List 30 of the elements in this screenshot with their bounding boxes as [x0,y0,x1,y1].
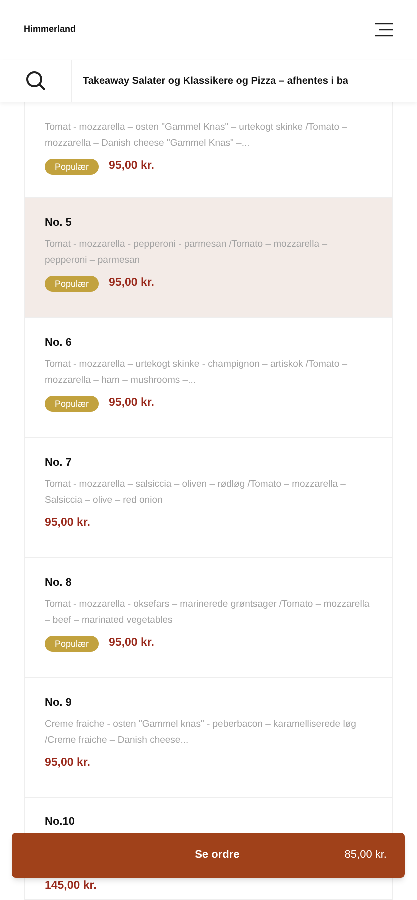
item-description: Tomat - mozzarella – osten "Gammel Knas" – urtekogt skinke /Tomato – mozzarella – Danish cheese "Gammel Knas" –... [45,121,348,151]
popular-badge: Populær [45,158,100,175]
popular-badge: Populær [45,396,100,412]
restaurant-name: Himmerland [24,23,76,36]
popular-badge: Populær [45,636,100,652]
item-title: No. 7 [45,456,73,471]
item-title: No. 8 [45,576,73,591]
item-title: No.10 [45,815,76,830]
item-description: Creme fraiche - osten "Gammel knas" - peberbacon – karamelliserede løg /Creme fraiche – Danish cheese... [45,718,358,748]
order-total: 85,00 kr. [344,848,387,864]
item-price: 95,00 kr. [45,516,90,531]
item-price: 145,00 kr. [45,878,97,894]
search-icon[interactable] [26,71,46,91]
item-price: 95,00 kr. [45,756,90,771]
item-title: No. 9 [45,696,73,711]
item-description: Tomat - mozzarella - oksefars – marinerede grøntsager /Tomato – mozzarella – beef – marinated vegetables [45,598,371,628]
item-description: Tomat - mozzarella - pepperoni - parmesan /Tomato – mozzarella – pepperoni – parmesan [45,238,328,268]
menu-item[interactable]: No. 5 Tomat - mozzarella - pepperoni - parmesan /Tomato – mozzarella – pepperoni – parmesan Populær 95,00 kr. [25,198,392,318]
menu-icon[interactable] [375,23,393,37]
item-price: 95,00 kr. [109,396,154,411]
item-title: No. 5 [45,216,73,231]
item-description: Tomat - mozzarella – salsiccia – oliven – rødløg /Tomato – mozzarella – Salsiccia – olive – red onion [45,478,347,508]
item-description: Tomat - mozzarella – urtekogt skinke - champignon – artiskok /Tomato – mozzarella – ham – mushrooms –... [45,358,349,388]
item-price: 95,00 kr. [109,159,154,174]
item-price: 95,00 kr. [109,276,154,291]
item-title: No. 6 [45,336,73,351]
view-order-button[interactable]: Se ordre 85,00 kr. [12,833,405,878]
category-tab[interactable]: Takeaway Salater og Klassikere og Pizza – afhentes i ba [83,74,348,88]
popular-badge: Populær [45,276,100,292]
item-price: 95,00 kr. [109,636,154,651]
